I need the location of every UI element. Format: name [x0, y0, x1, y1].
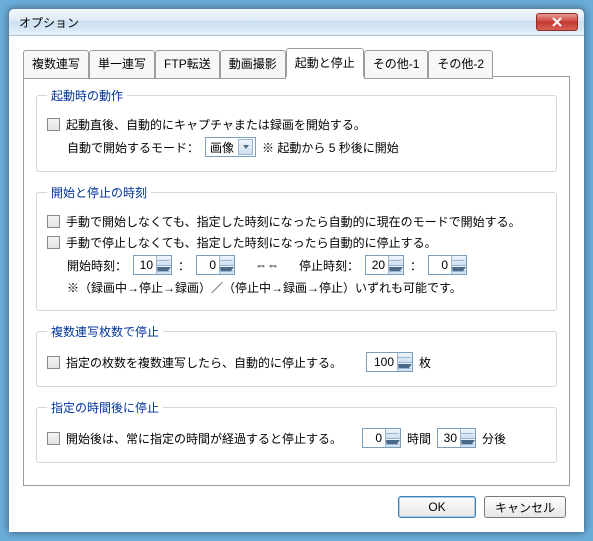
- tab-panel: 起動時の動作 起動直後、自動的にキャプチャまたは録画を開始する。 自動で開始する…: [23, 76, 570, 486]
- group-count: 複数連写枚数で停止 指定の枚数を複数連写したら、自動的に停止する。 100 枚: [36, 323, 557, 387]
- window-title: オプション: [19, 14, 536, 31]
- duration-stop-checkbox[interactable]: [47, 432, 60, 445]
- auto-start-time-label: 手動で開始しなくても、指定した時刻になったら自動的に現在のモードで開始する。: [66, 213, 521, 230]
- tab-ftp[interactable]: FTP転送: [155, 50, 220, 79]
- tab-start-stop[interactable]: 起動と停止: [286, 48, 364, 77]
- close-icon: [552, 17, 562, 27]
- time-note: ※（録画中→停止→録画）／（停止中→録画→停止）いずれも可能です。: [67, 279, 462, 296]
- stop-minute-stepper[interactable]: 0: [428, 255, 467, 275]
- count-suffix: 枚: [419, 354, 431, 371]
- chevron-down-icon: [238, 139, 253, 155]
- ok-button[interactable]: OK: [398, 496, 476, 518]
- group-duration-legend: 指定の時間後に停止: [47, 399, 163, 416]
- tab-single-burst[interactable]: 単一連写: [89, 50, 155, 79]
- group-time: 開始と停止の時刻 手動で開始しなくても、指定した時刻になったら自動的に現在のモー…: [36, 184, 557, 311]
- group-duration: 指定の時間後に停止 開始後は、常に指定の時間が経過すると停止する。 0 時間 3…: [36, 399, 557, 463]
- stop-hour-stepper[interactable]: 20: [365, 255, 404, 275]
- tab-multi-burst[interactable]: 複数連写: [23, 50, 89, 79]
- mode-select-value: 画像: [210, 139, 234, 156]
- tab-video[interactable]: 動画撮影: [220, 50, 286, 79]
- start-minute-stepper[interactable]: 0: [196, 255, 235, 275]
- group-startup: 起動時の動作 起動直後、自動的にキャプチャまたは録画を開始する。 自動で開始する…: [36, 87, 557, 172]
- group-count-legend: 複数連写枚数で停止: [47, 323, 163, 340]
- count-stepper[interactable]: 100: [366, 352, 413, 372]
- close-button[interactable]: [536, 13, 578, 31]
- duration-stop-label: 開始後は、常に指定の時間が経過すると停止する。: [66, 430, 342, 447]
- titlebar: オプション: [9, 9, 584, 36]
- minutes-stepper[interactable]: 30: [437, 428, 476, 448]
- start-hour-stepper[interactable]: 10: [133, 255, 172, 275]
- button-bar: OK キャンセル: [23, 486, 570, 522]
- mode-label: 自動で開始するモード：: [67, 139, 199, 156]
- tab-bar: 複数連写 単一連写 FTP転送 動画撮影 起動と停止 その他-1 その他-2: [23, 48, 570, 77]
- dialog-window: オプション 複数連写 単一連写 FTP転送 動画撮影 起動と停止 その他-1 そ…: [8, 8, 585, 533]
- time-colon: ：: [178, 257, 190, 274]
- auto-start-label: 起動直後、自動的にキャプチャまたは録画を開始する。: [66, 116, 366, 133]
- mode-select[interactable]: 画像: [205, 137, 256, 157]
- minutes-label: 分後: [482, 430, 506, 447]
- stop-time-label: 停止時刻：: [299, 257, 359, 274]
- hours-stepper[interactable]: 0: [362, 428, 401, 448]
- auto-start-checkbox[interactable]: [47, 118, 60, 131]
- hours-label: 時間: [407, 430, 431, 447]
- auto-stop-time-checkbox[interactable]: [47, 236, 60, 249]
- tab-other-1[interactable]: その他-1: [364, 50, 429, 79]
- mode-note: ※ 起動から 5 秒後に開始: [262, 139, 399, 156]
- tab-other-2[interactable]: その他-2: [428, 50, 493, 79]
- group-startup-legend: 起動時の動作: [47, 87, 127, 104]
- swap-icon: ⇔⇔: [255, 258, 279, 272]
- auto-start-time-checkbox[interactable]: [47, 215, 60, 228]
- cancel-button[interactable]: キャンセル: [484, 496, 566, 518]
- time-colon-2: ：: [410, 257, 422, 274]
- group-time-legend: 開始と停止の時刻: [47, 184, 151, 201]
- start-time-label: 開始時刻：: [67, 257, 127, 274]
- count-stop-checkbox[interactable]: [47, 356, 60, 369]
- dialog-body: 複数連写 単一連写 FTP転送 動画撮影 起動と停止 その他-1 その他-2 起…: [9, 36, 584, 532]
- auto-stop-time-label: 手動で停止しなくても、指定した時刻になったら自動的に停止する。: [66, 234, 437, 251]
- count-stop-label: 指定の枚数を複数連写したら、自動的に停止する。: [66, 354, 342, 371]
